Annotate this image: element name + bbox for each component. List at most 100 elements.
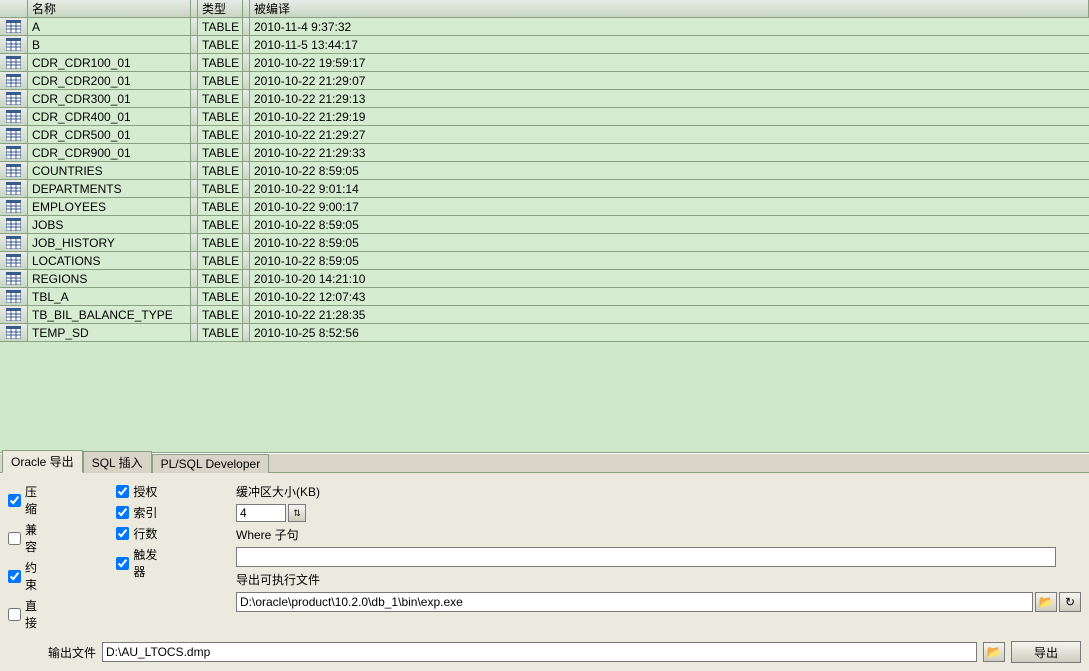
row-drag-2 [243, 54, 250, 71]
table-icon [0, 18, 28, 35]
tab-sql-插入[interactable]: SQL 插入 [83, 451, 152, 473]
table-icon [0, 144, 28, 161]
output-input[interactable] [102, 642, 977, 662]
header-drag-2[interactable] [243, 0, 250, 17]
row-drag-1 [191, 144, 198, 161]
row-type: TABLE [198, 324, 243, 341]
export-panel: 压缩兼容约束直接 授权索引行数触发器 缓冲区大小(KB) ⇅ Where 子句 … [0, 473, 1089, 671]
table-icon [0, 270, 28, 287]
exe-input[interactable] [236, 592, 1033, 612]
output-browse-button[interactable]: 📂 [983, 642, 1005, 662]
table-row[interactable]: JOB_HISTORY TABLE 2010-10-22 8:59:05 [0, 234, 1089, 252]
table-row[interactable]: CDR_CDR500_01 TABLE 2010-10-22 21:29:27 [0, 126, 1089, 144]
row-drag-2 [243, 126, 250, 143]
table-row[interactable]: LOCATIONS TABLE 2010-10-22 8:59:05 [0, 252, 1089, 270]
row-drag-2 [243, 108, 250, 125]
row-name: TB_BIL_BALANCE_TYPE [28, 306, 191, 323]
exe-refresh-button[interactable]: ↻ [1059, 592, 1081, 612]
row-type: TABLE [198, 54, 243, 71]
table-icon [0, 90, 28, 107]
buffer-row: ⇅ [236, 504, 1081, 522]
table-row[interactable]: B TABLE 2010-11-5 13:44:17 [0, 36, 1089, 54]
checkbox-input[interactable] [116, 557, 129, 570]
row-name: EMPLOYEES [28, 198, 191, 215]
table-row[interactable]: DEPARTMENTS TABLE 2010-10-22 9:01:14 [0, 180, 1089, 198]
header-spacer [0, 0, 28, 17]
table-row[interactable]: COUNTRIES TABLE 2010-10-22 8:59:05 [0, 162, 1089, 180]
table-row[interactable]: REGIONS TABLE 2010-10-20 14:21:10 [0, 270, 1089, 288]
checkbox-label: 索引 [133, 504, 157, 521]
header-type[interactable]: 类型 [198, 0, 243, 17]
row-date: 2010-10-22 21:29:33 [250, 144, 1089, 161]
row-type: TABLE [198, 180, 243, 197]
row-drag-1 [191, 234, 198, 251]
table-row[interactable]: EMPLOYEES TABLE 2010-10-22 9:00:17 [0, 198, 1089, 216]
row-drag-2 [243, 18, 250, 35]
row-name: JOB_HISTORY [28, 234, 191, 251]
checkbox-触发器[interactable]: 触发器 [116, 546, 166, 580]
row-drag-2 [243, 324, 250, 341]
exe-row: 📂 ↻ [236, 592, 1081, 612]
grid-body: A TABLE 2010-11-4 9:37:32 B TABLE 2010-1… [0, 18, 1089, 342]
checkbox-input[interactable] [116, 527, 129, 540]
row-drag-2 [243, 234, 250, 251]
table-icon [0, 198, 28, 215]
header-drag-1[interactable] [191, 0, 198, 17]
table-icon [0, 72, 28, 89]
checkbox-索引[interactable]: 索引 [116, 504, 166, 521]
row-type: TABLE [198, 252, 243, 269]
where-input[interactable] [236, 547, 1056, 567]
row-drag-2 [243, 198, 250, 215]
checkbox-压缩[interactable]: 压缩 [8, 483, 46, 517]
checkbox-input[interactable] [8, 494, 21, 507]
row-date: 2010-10-22 9:00:17 [250, 198, 1089, 215]
checkbox-行数[interactable]: 行数 [116, 525, 166, 542]
row-date: 2010-10-22 8:59:05 [250, 252, 1089, 269]
checkbox-直接[interactable]: 直接 [8, 597, 46, 631]
header-name[interactable]: 名称 [28, 0, 191, 17]
options-right: 授权索引行数触发器 [116, 483, 166, 580]
row-type: TABLE [198, 18, 243, 35]
row-type: TABLE [198, 108, 243, 125]
table-row[interactable]: TB_BIL_BALANCE_TYPE TABLE 2010-10-22 21:… [0, 306, 1089, 324]
checkbox-label: 行数 [133, 525, 157, 542]
row-type: TABLE [198, 216, 243, 233]
checkbox-input[interactable] [116, 506, 129, 519]
tab-oracle-导出[interactable]: Oracle 导出 [2, 450, 83, 473]
table-row[interactable]: A TABLE 2010-11-4 9:37:32 [0, 18, 1089, 36]
row-name: B [28, 36, 191, 53]
table-row[interactable]: CDR_CDR100_01 TABLE 2010-10-22 19:59:17 [0, 54, 1089, 72]
buffer-spinner[interactable]: ⇅ [288, 504, 306, 522]
checkbox-input[interactable] [8, 608, 21, 621]
row-name: CDR_CDR100_01 [28, 54, 191, 71]
row-name: CDR_CDR900_01 [28, 144, 191, 161]
row-type: TABLE [198, 234, 243, 251]
row-date: 2010-11-5 13:44:17 [250, 36, 1089, 53]
checkbox-授权[interactable]: 授权 [116, 483, 166, 500]
table-icon [0, 252, 28, 269]
row-drag-2 [243, 72, 250, 89]
table-row[interactable]: TEMP_SD TABLE 2010-10-25 8:52:56 [0, 324, 1089, 342]
header-compiled[interactable]: 被编译 [250, 0, 1089, 17]
checkbox-input[interactable] [8, 532, 21, 545]
table-row[interactable]: CDR_CDR400_01 TABLE 2010-10-22 21:29:19 [0, 108, 1089, 126]
output-label: 输出文件 [8, 644, 96, 661]
tab-pl/sql-developer[interactable]: PL/SQL Developer [152, 454, 270, 473]
table-row[interactable]: JOBS TABLE 2010-10-22 8:59:05 [0, 216, 1089, 234]
checkbox-input[interactable] [8, 570, 21, 583]
buffer-input[interactable] [236, 504, 286, 522]
exe-browse-button[interactable]: 📂 [1035, 592, 1057, 612]
export-button[interactable]: 导出 [1011, 641, 1081, 663]
table-row[interactable]: CDR_CDR200_01 TABLE 2010-10-22 21:29:07 [0, 72, 1089, 90]
checkbox-input[interactable] [116, 485, 129, 498]
row-type: TABLE [198, 36, 243, 53]
checkbox-约束[interactable]: 约束 [8, 559, 46, 593]
row-drag-1 [191, 72, 198, 89]
row-name: DEPARTMENTS [28, 180, 191, 197]
row-name: A [28, 18, 191, 35]
row-drag-1 [191, 108, 198, 125]
table-row[interactable]: CDR_CDR900_01 TABLE 2010-10-22 21:29:33 [0, 144, 1089, 162]
table-row[interactable]: TBL_A TABLE 2010-10-22 12:07:43 [0, 288, 1089, 306]
checkbox-兼容[interactable]: 兼容 [8, 521, 46, 555]
table-row[interactable]: CDR_CDR300_01 TABLE 2010-10-22 21:29:13 [0, 90, 1089, 108]
